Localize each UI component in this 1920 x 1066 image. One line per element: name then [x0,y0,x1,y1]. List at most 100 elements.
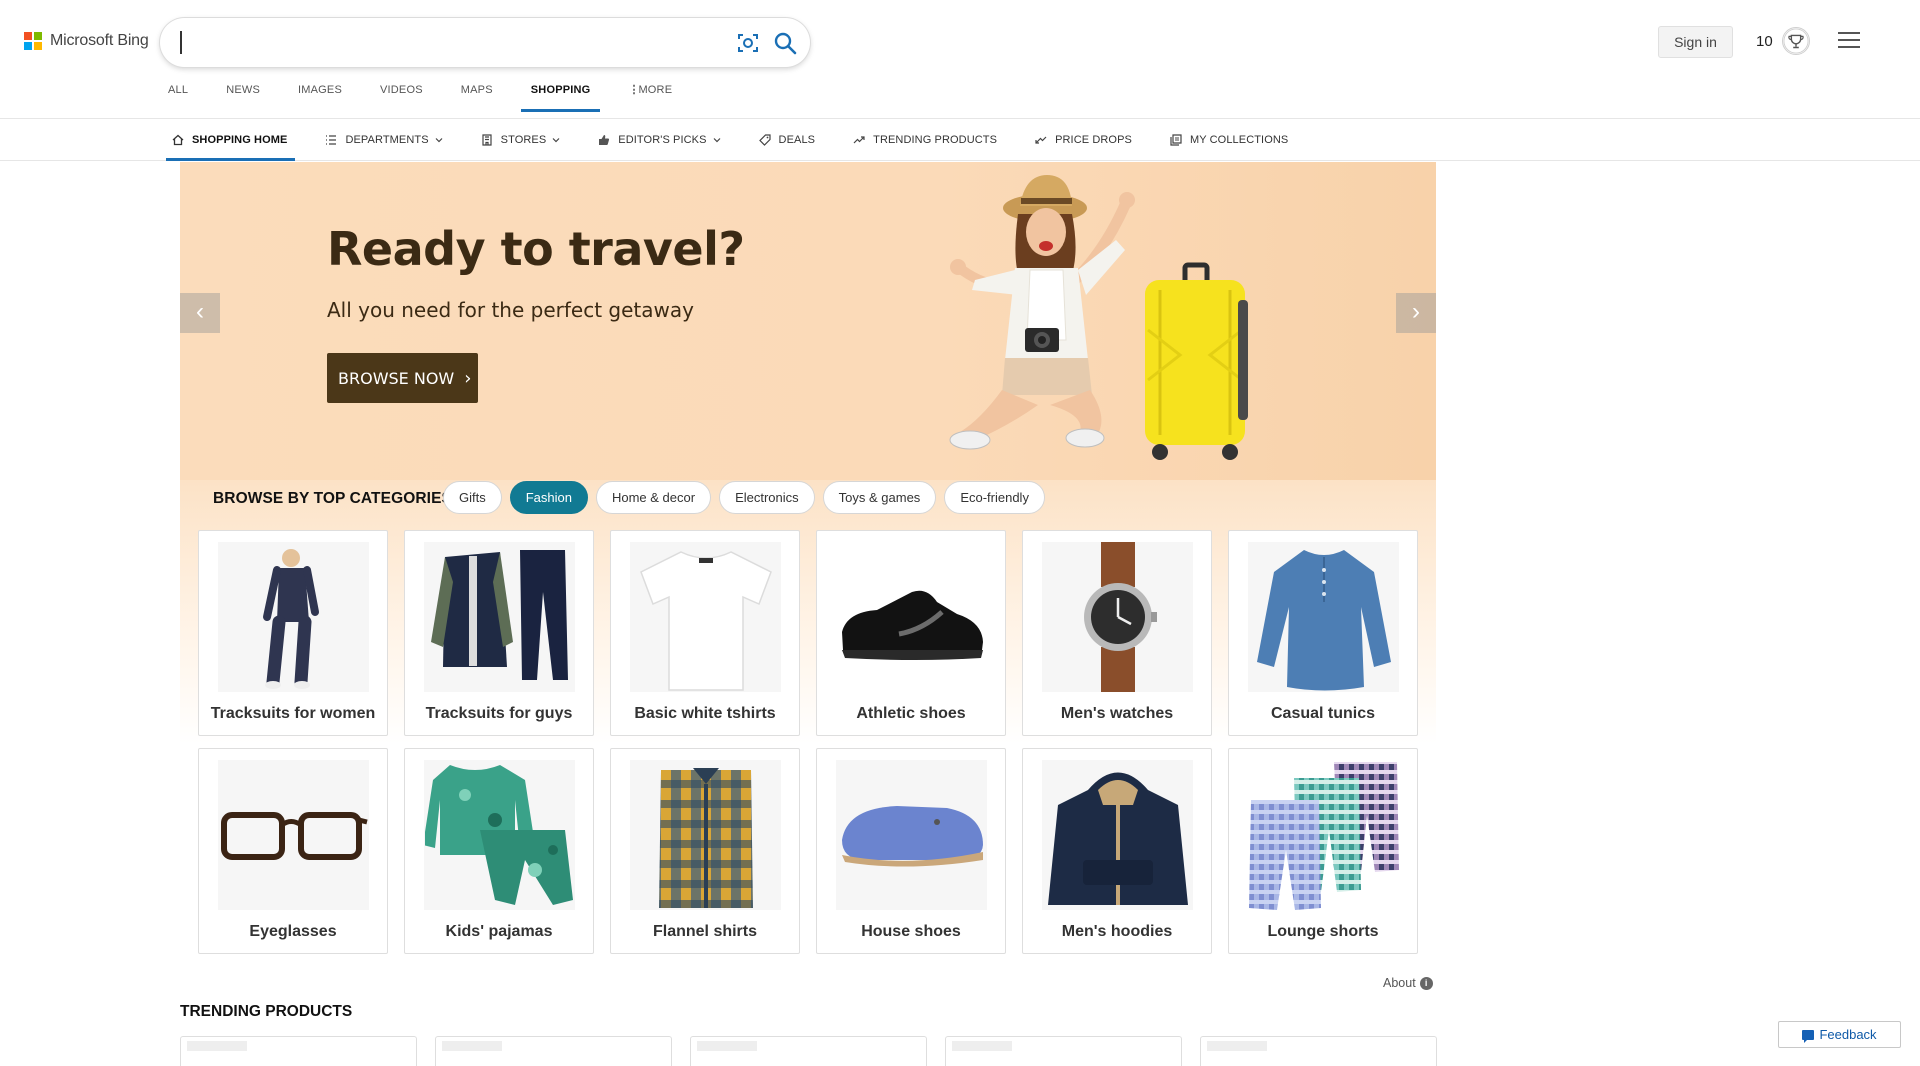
category-label: Tracksuits for guys [425,705,573,722]
tab-maps[interactable]: MAPS [461,82,493,112]
bing-logo[interactable]: Microsoft Bing [24,32,149,50]
category-label: Casual tunics [1270,705,1376,722]
chip-electronics[interactable]: Electronics [719,481,815,514]
watch-image [1042,542,1193,692]
shorts-image [1248,760,1399,910]
category-card[interactable]: Men's watches [1022,530,1212,736]
slipper-image [836,760,987,910]
chip-fashion[interactable]: Fashion [509,481,588,514]
category-label: House shoes [861,923,961,940]
category-card[interactable]: House shoes [816,748,1006,954]
search-icon[interactable] [772,30,798,56]
list-icon [326,135,337,145]
category-card[interactable]: Eyeglasses [198,748,388,954]
chevron-down-icon [552,138,560,143]
sign-in-button[interactable]: Sign in [1658,26,1733,58]
hoodie-image [1042,760,1193,910]
tab-news[interactable]: NEWS [226,82,260,112]
chevron-down-icon [435,138,443,143]
category-card[interactable]: Athletic shoes [816,530,1006,736]
rewards-count[interactable]: 10 [1756,33,1773,50]
categories-title: BROWSE BY TOP CATEGORIES [213,490,452,507]
trending-product-card[interactable] [1200,1036,1437,1066]
logo-text: Microsoft Bing [50,32,149,49]
category-card[interactable]: Casual tunics [1228,530,1418,736]
chevron-left-icon: ‹ [196,298,204,325]
category-chips: Gifts Fashion Home & decor Electronics T… [443,481,1053,514]
nav-trending-products[interactable]: TRENDING PRODUCTS [853,119,997,161]
tag-icon [758,134,771,146]
category-card[interactable]: Men's hoodies [1022,748,1212,954]
carousel-prev-button[interactable]: ‹ [180,293,220,333]
hero-title: Ready to travel? [327,222,745,276]
nav-shopping-home[interactable]: SHOPPING HOME [165,119,296,161]
info-icon: i [1419,976,1433,990]
visual-search-icon[interactable] [736,31,760,55]
trending-products-row [180,1036,1455,1066]
category-card[interactable]: Tracksuits for women [198,530,388,736]
nav-deals[interactable]: DEALS [758,119,816,161]
tab-shopping[interactable]: SHOPPING [520,82,601,112]
tunic-image [1248,542,1399,692]
chip-gifts[interactable]: Gifts [443,481,502,514]
nav-price-drops[interactable]: PRICE DROPS [1035,119,1132,161]
tab-videos[interactable]: VIDEOS [380,82,423,112]
chevron-right-icon: › [1412,298,1420,325]
trending-product-card[interactable] [690,1036,927,1066]
about-link[interactable]: About i [1383,976,1433,990]
feedback-label: Feedback [1819,1027,1877,1042]
category-grid: Tracksuits for women Tracksuits for guys [198,530,1420,954]
tab-images[interactable]: IMAGES [298,82,342,112]
store-icon [482,134,492,146]
nav-my-collections[interactable]: MY COLLECTIONS [1170,119,1288,161]
tab-all[interactable]: ALL [168,82,188,112]
category-card[interactable]: Tracksuits for guys [404,530,594,736]
top-categories-section: BROWSE BY TOP CATEGORIES Gifts Fashion H… [180,480,1436,960]
search-input[interactable] [180,30,700,56]
category-card[interactable]: Lounge shorts [1228,748,1418,954]
category-label: Basic white tshirts [634,705,776,722]
chip-eco-friendly[interactable]: Eco-friendly [944,481,1045,514]
hero-subtitle: All you need for the perfect getaway [327,298,694,322]
text-caret [180,31,182,54]
nav-stores[interactable]: STORES [481,119,561,161]
tab-more[interactable]: ⋮MORE [628,82,672,112]
category-card[interactable]: Flannel shirts [610,748,800,954]
collections-icon [1170,134,1182,146]
search-box[interactable] [160,18,810,67]
nav-editors-picks[interactable]: EDITOR'S PICKS [598,119,720,161]
traveller-with-suitcase-image [949,175,1248,460]
microsoft-logo-icon [24,32,42,50]
tshirt-image [630,542,781,692]
trending-up-icon [853,136,865,144]
thumbs-up-icon [599,135,610,145]
rewards-trophy-icon[interactable] [1782,27,1810,55]
about-label: About [1383,976,1416,990]
tracksuit-men-image [424,542,575,692]
chip-home-decor[interactable]: Home & decor [595,481,712,514]
browse-now-button[interactable]: BROWSE NOW › [327,353,478,403]
category-label: Tracksuits for women [210,705,376,722]
category-label: Lounge shorts [1267,923,1379,940]
carousel-next-button[interactable]: › [1396,293,1436,333]
flannel-shirt-image [630,760,781,910]
trending-down-icon [1035,136,1047,144]
hamburger-menu-icon[interactable] [1838,32,1860,50]
category-card[interactable]: Basic white tshirts [610,530,800,736]
category-label: Kids' pajamas [445,923,553,940]
trending-products-title: TRENDING PRODUCTS [180,1003,353,1020]
category-card[interactable]: Kids' pajamas [404,748,594,954]
nav-departments[interactable]: DEPARTMENTS [325,119,443,161]
chip-toys-games[interactable]: Toys & games [822,481,937,514]
trending-product-card[interactable] [945,1036,1182,1066]
chevron-right-icon: › [464,367,472,389]
hero-banner[interactable]: Ready to travel? All you need for the pe… [180,162,1436,480]
shopping-nav: SHOPPING HOME DEPARTMENTS STORES EDITOR'… [0,119,1920,161]
header: Microsoft Bing Sign in 10 ALL NEWS IMAGE… [0,0,1920,119]
category-label: Athletic shoes [856,705,966,722]
chevron-down-icon [713,138,720,143]
feedback-button[interactable]: Feedback [1778,1021,1901,1048]
trending-product-card[interactable] [435,1036,672,1066]
scope-tabs: ALL NEWS IMAGES VIDEOS MAPS SHOPPING ⋮MO… [168,82,710,112]
trending-product-card[interactable] [180,1036,417,1066]
